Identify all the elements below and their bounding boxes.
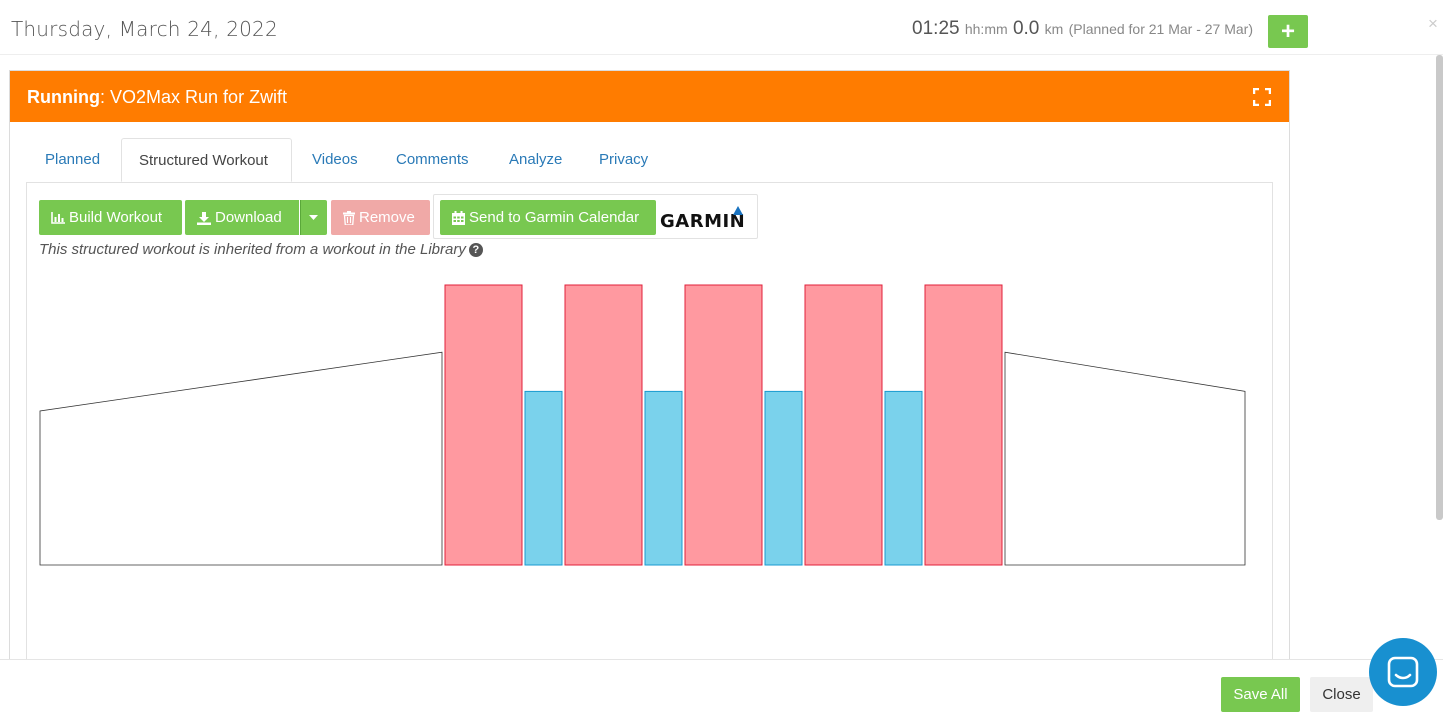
workout-step-interval[interactable] [564, 284, 643, 566]
chat-launcher[interactable] [1369, 638, 1437, 706]
workout-step-recovery[interactable] [884, 390, 923, 566]
chat-icon [1387, 656, 1419, 688]
workout-step-warmup[interactable] [39, 351, 443, 566]
workout-step-recovery[interactable] [644, 390, 683, 566]
workout-chart [39, 284, 1246, 566]
close-button[interactable]: Close [1310, 677, 1373, 712]
save-all-button[interactable]: Save All [1221, 677, 1300, 712]
tab-structured-workout[interactable]: Structured Workout [121, 138, 292, 182]
workout-step-interval[interactable] [444, 284, 523, 566]
workout-step-cooldown[interactable] [1004, 351, 1246, 566]
workout-step-interval[interactable] [924, 284, 1003, 566]
workout-step-recovery[interactable] [524, 390, 563, 566]
workout-step-interval[interactable] [684, 284, 763, 566]
workout-step-interval[interactable] [804, 284, 883, 566]
workout-step-recovery[interactable] [764, 390, 803, 566]
